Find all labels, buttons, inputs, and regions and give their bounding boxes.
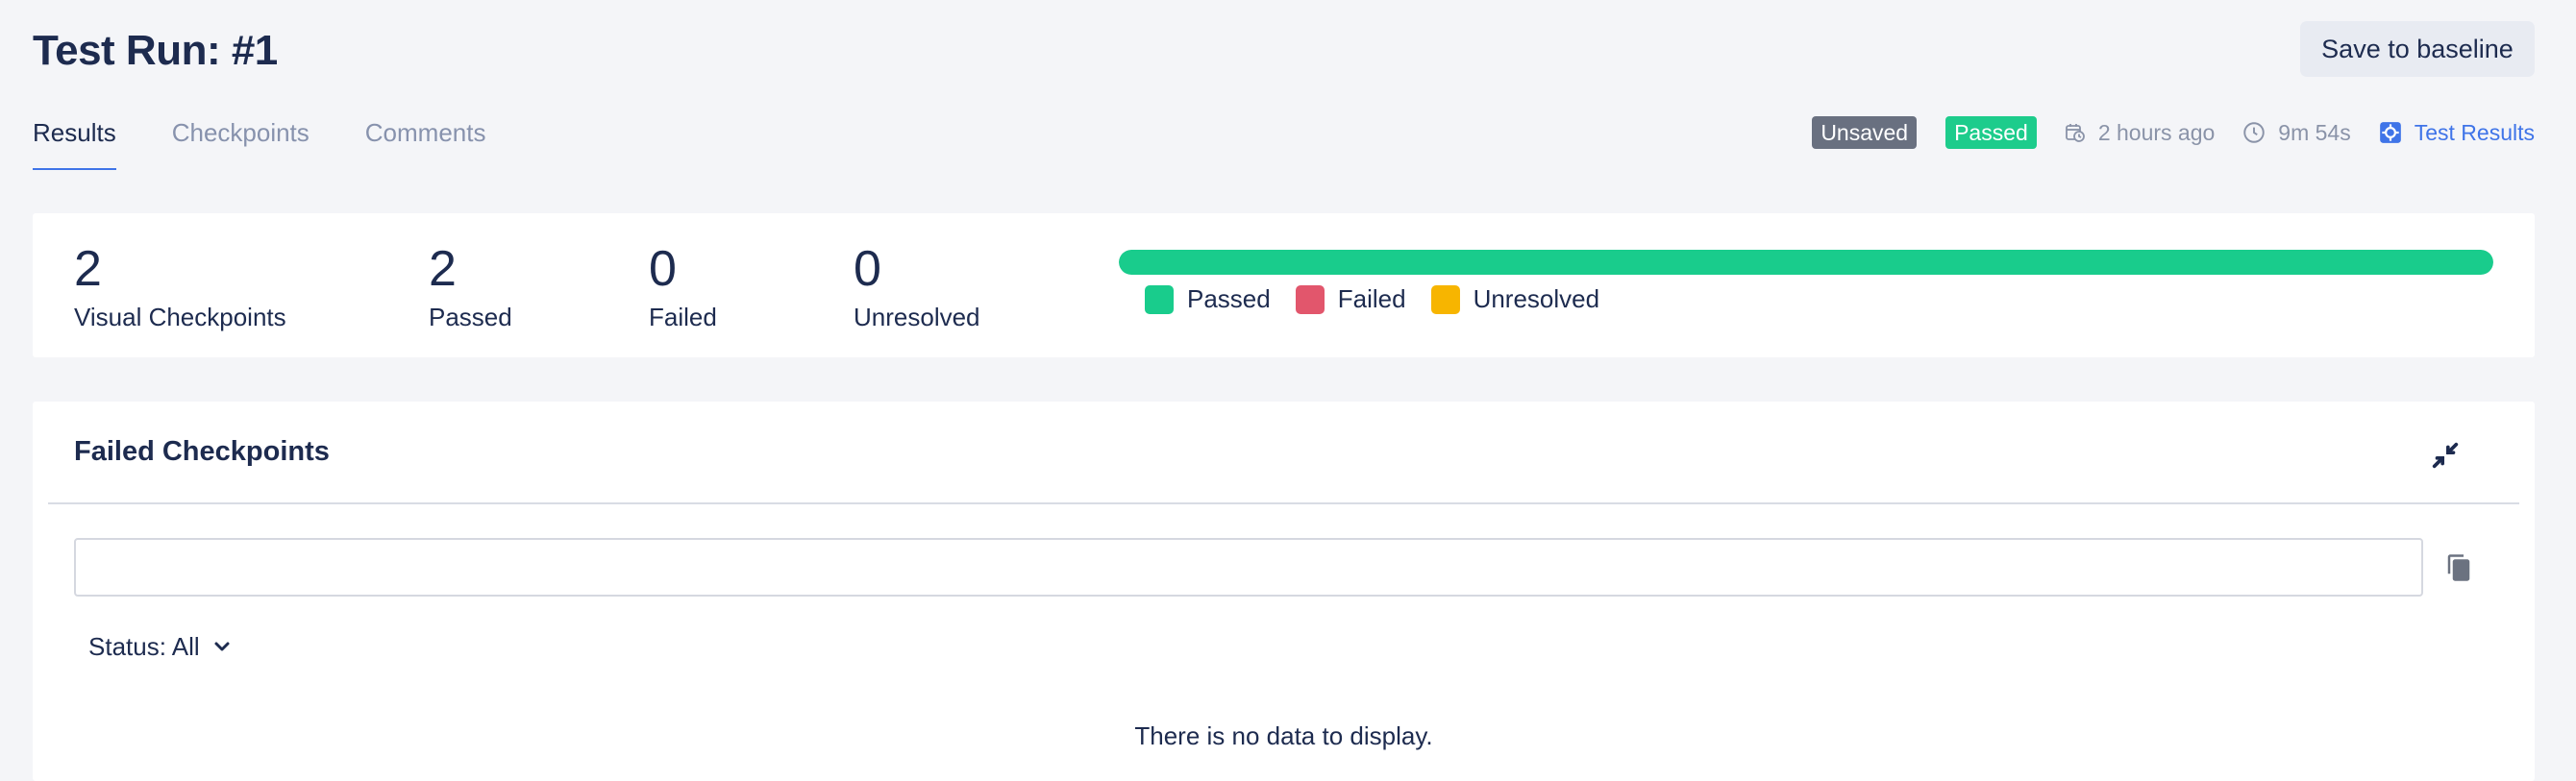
copy-button[interactable] (2441, 550, 2476, 585)
test-results-link[interactable]: Test Results (2378, 120, 2535, 146)
tab-comments[interactable]: Comments (365, 113, 486, 173)
stat-value: 0 (854, 241, 881, 297)
summary-card: 2 Visual Checkpoints 2 Passed 0 Failed 0… (33, 213, 2535, 357)
results-legend: Passed Failed Unresolved (1145, 284, 1624, 314)
collapse-icon (2432, 442, 2459, 469)
panel-title: Failed Checkpoints (74, 436, 330, 467)
tab-checkpoints[interactable]: Checkpoints (172, 113, 310, 173)
legend-unresolved: Unresolved (1430, 284, 1600, 314)
status-filter-dropdown[interactable]: Status: All (88, 627, 231, 666)
passed-progress-fill (1119, 250, 2493, 275)
legend-label: Passed (1187, 284, 1271, 313)
failed-swatch (1295, 284, 1325, 314)
results-progress-bar (1119, 250, 2493, 275)
tab-results[interactable]: Results (33, 113, 116, 173)
legend-failed: Failed (1295, 284, 1406, 314)
unresolved-swatch (1430, 284, 1460, 314)
stat-failed: 0 Failed (649, 242, 717, 332)
run-time: 2 hours ago (2064, 120, 2215, 146)
stat-unresolved: 0 Unresolved (854, 242, 980, 332)
passed-badge: Passed (1945, 116, 2037, 149)
page-title: Test Run: #1 (33, 27, 278, 74)
calendar-clock-icon (2065, 124, 2085, 142)
stat-value: 2 (429, 241, 457, 297)
copy-icon (2447, 554, 2470, 581)
unsaved-badge: Unsaved (1812, 116, 1918, 149)
stat-value: 2 (74, 241, 102, 297)
stat-label: Visual Checkpoints (74, 303, 286, 331)
panel-divider (48, 502, 2519, 504)
time-ago: 2 hours ago (2097, 119, 2216, 145)
legend-passed: Passed (1145, 284, 1271, 314)
empty-state-message: There is no data to display. (1134, 721, 1433, 750)
search-input[interactable] (74, 538, 2423, 597)
legend-label: Unresolved (1473, 284, 1600, 313)
test-results-icon (2379, 122, 2401, 143)
stat-label: Failed (649, 303, 717, 331)
run-status-row: Unsaved Passed 2 hours ago 9m 54s Test R… (1812, 115, 2535, 150)
failed-checkpoints-panel: Failed Checkpoints Status: All There is … (33, 402, 2535, 781)
stat-label: Unresolved (854, 303, 980, 331)
stat-passed: 2 Passed (429, 242, 512, 332)
stat-visual-checkpoints: 2 Visual Checkpoints (74, 242, 286, 332)
tab-bar: Results Checkpoints Comments (33, 113, 541, 173)
status-filter-label: Status: All (88, 631, 200, 661)
duration: 9m 54s (2278, 119, 2351, 145)
collapse-button[interactable] (2424, 434, 2466, 476)
clock-icon (2243, 122, 2266, 143)
save-to-baseline-button[interactable]: Save to baseline (2300, 21, 2535, 77)
chevron-down-icon (214, 642, 230, 651)
stat-label: Passed (429, 303, 512, 331)
legend-label: Failed (1337, 284, 1406, 313)
run-duration: 9m 54s (2242, 119, 2351, 146)
stat-value: 0 (649, 241, 677, 297)
passed-swatch (1145, 284, 1174, 314)
test-results-label: Test Results (2414, 119, 2535, 145)
test-run-page: Test Run: #1 Save to baseline Results Ch… (0, 0, 2576, 781)
